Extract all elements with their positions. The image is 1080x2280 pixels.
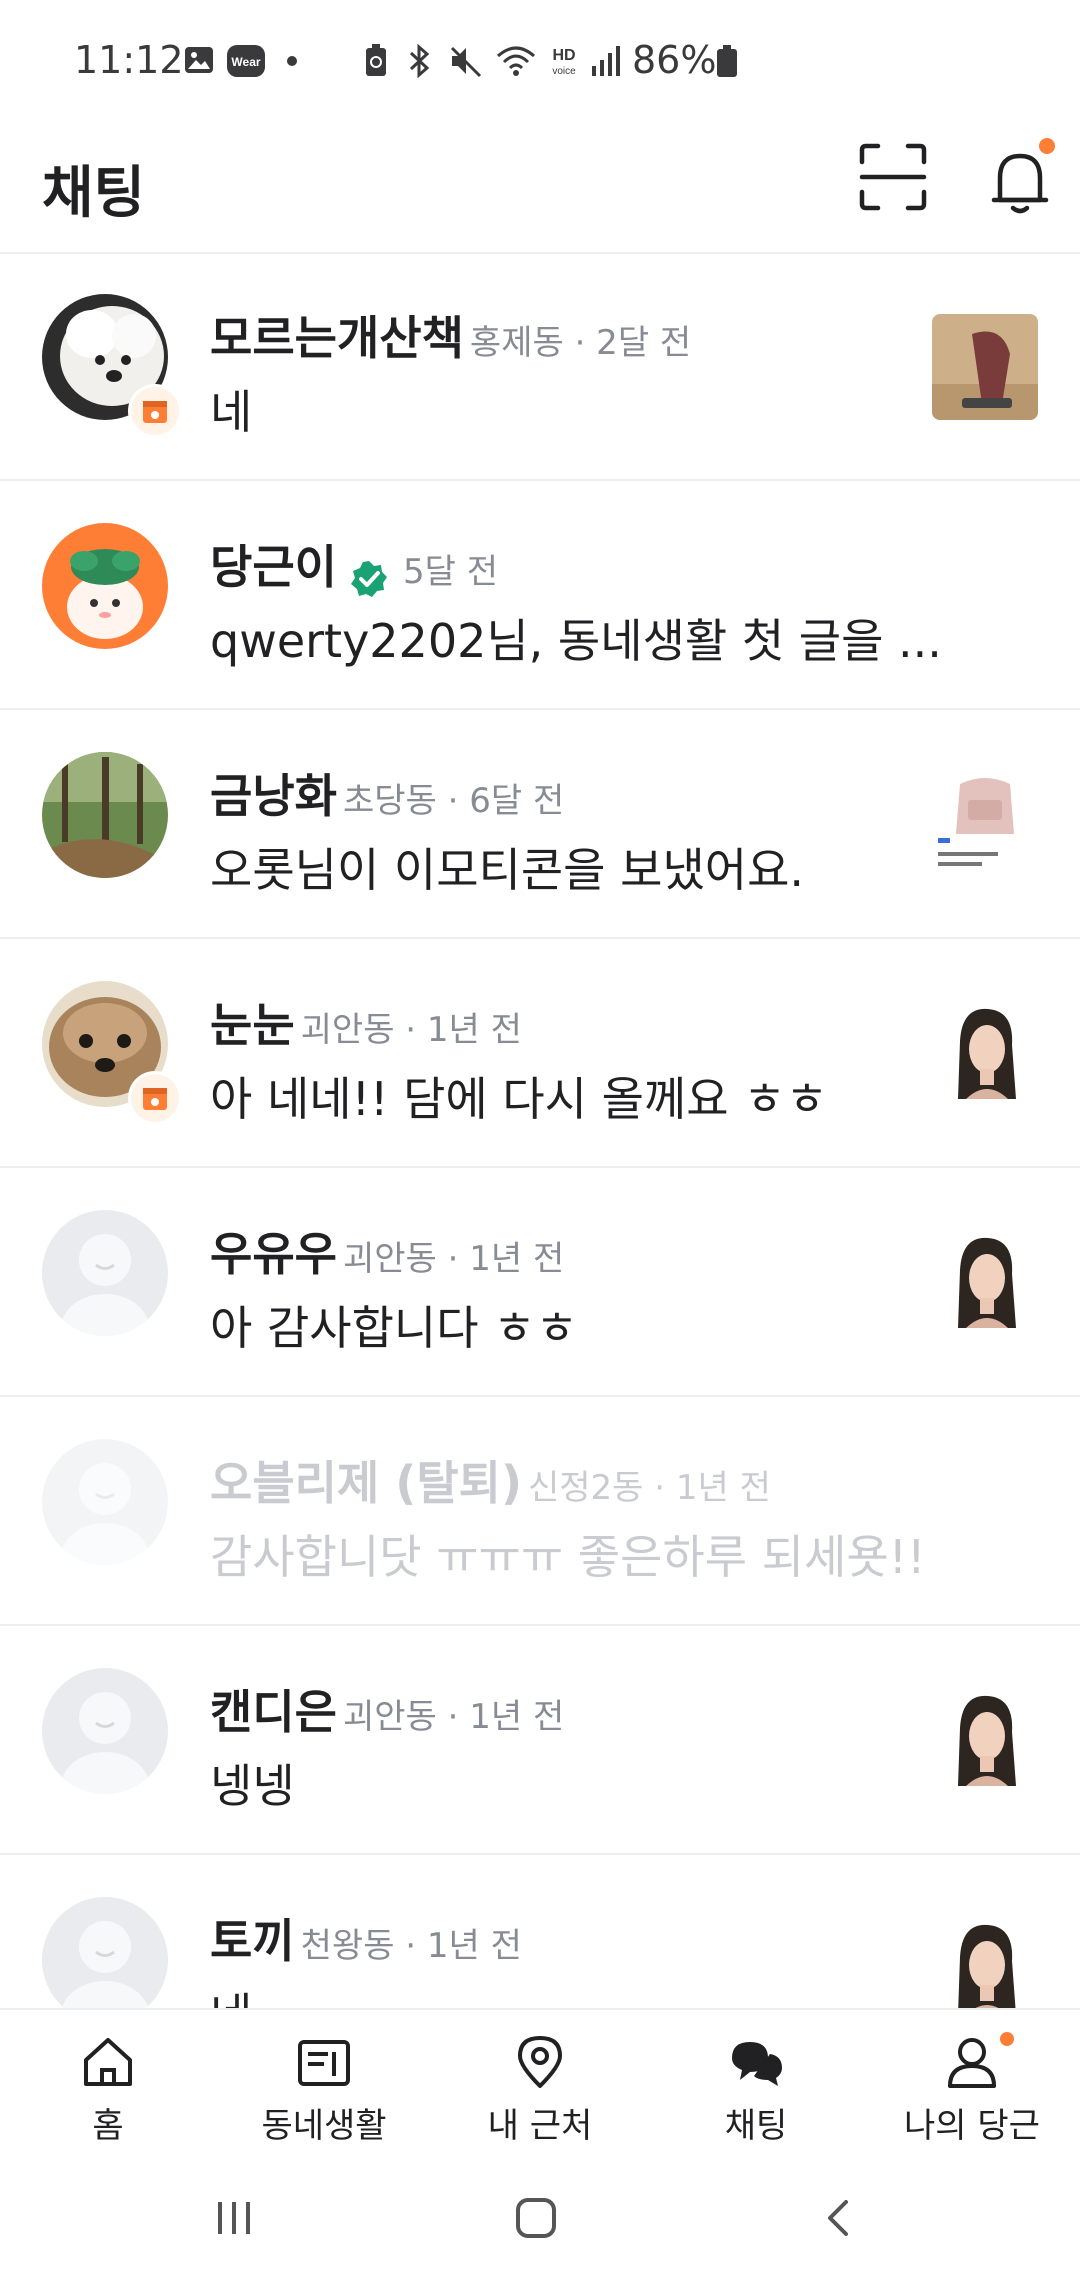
nav-home[interactable]: 홈: [18, 2032, 198, 2152]
nav-community[interactable]: 동네생활: [234, 2032, 414, 2152]
chat-header: 오블리제 (탈퇴) 신정2동 · 1년 전: [210, 1447, 771, 1513]
mute-icon: [450, 46, 482, 78]
battery-saver-icon: [366, 44, 386, 76]
location-pin-icon: [518, 2036, 562, 2088]
chat-header: 우유우 괴안동 · 1년 전: [210, 1218, 564, 1284]
status-bar: 11:12 Wear HD voice 86%: [0, 0, 1080, 120]
chat-name: 당근이: [210, 540, 337, 594]
battery-icon: [717, 45, 737, 77]
system-nav-bar: [0, 2158, 1080, 2280]
nav-label: 동네생활: [261, 2106, 387, 2146]
nav-chat[interactable]: 채팅: [666, 2032, 846, 2152]
chat-last-message: 네: [210, 1979, 990, 2008]
chat-row[interactable]: 당근이 5달 전 qwerty2202님, 동네생활 첫 글을 ...: [0, 481, 1080, 710]
scan-icon: [859, 143, 927, 211]
chat-header: 당근이 5달 전: [210, 531, 498, 599]
community-icon: [298, 2040, 350, 2086]
chat-meta: 홍제동 · 2달 전: [469, 323, 692, 363]
chat-icon: [732, 2042, 782, 2086]
chat-name: 눈눈: [210, 998, 295, 1052]
chat-row[interactable]: 토끼천왕동 · 1년 전 네: [0, 1855, 1080, 2008]
chat-meta: 괴안동 · 1년 전: [342, 1697, 565, 1737]
chat-row[interactable]: 금낭화 초당동 · 6달 전 오롯님이 이모티콘을 보냈어요.: [0, 710, 1080, 939]
wear-icon: Wear: [227, 45, 265, 77]
signal-icon: [592, 46, 620, 76]
chat-row[interactable]: 오블리제 (탈퇴) 신정2동 · 1년 전 감사합니닷 ㅠㅠㅠ 좋은하루 되세욧!…: [0, 1397, 1080, 1626]
product-thumbnail: [932, 314, 1038, 420]
avatar: [42, 1210, 168, 1336]
product-thumbnail: [932, 772, 1038, 878]
chat-row[interactable]: 캔디은 괴안동 · 1년 전 넹넹: [0, 1626, 1080, 1855]
chat-last-message: 네: [210, 385, 253, 439]
calendar-badge-icon: [128, 1071, 182, 1125]
hd-voice-icon: HD voice: [552, 47, 576, 77]
portrait-thumbnail: [932, 1917, 1038, 2008]
nav-label: 홈: [92, 2106, 124, 2146]
chat-last-message: 아 네네!! 담에 다시 올께요 ㅎㅎ: [210, 1072, 828, 1126]
chat-meta: 신정2동 · 1년 전: [527, 1468, 771, 1508]
bottom-nav: 홈 동네생활 내 근처 채팅 나의 당근: [0, 2008, 1080, 2160]
verified-icon: [350, 560, 387, 597]
home-button-icon[interactable]: [514, 2196, 558, 2240]
chat-header: 모르는개산책 홍제동 · 2달 전: [210, 302, 691, 368]
chat-last-message: 아 감사합니다 ㅎㅎ: [210, 1301, 578, 1355]
wifi-icon: [497, 46, 535, 76]
chat-name: 우유우: [210, 1227, 337, 1281]
calendar-badge-icon: [128, 384, 182, 438]
svg-text:Wear: Wear: [231, 55, 260, 69]
chat-name: 모르는개산책: [210, 311, 464, 365]
profile-icon: [948, 2038, 996, 2088]
portrait-thumbnail: [932, 1001, 1038, 1107]
chat-meta: 괴안동 · 1년 전: [342, 1239, 565, 1279]
chat-name: 토끼: [210, 1914, 295, 1968]
chat-header: 캔디은 괴안동 · 1년 전: [210, 1676, 564, 1742]
chat-row[interactable]: 모르는개산책 홍제동 · 2달 전 네: [0, 252, 1080, 481]
avatar: [42, 752, 168, 878]
chat-meta: 초당동 · 6달 전: [342, 781, 565, 821]
nav-my-carrot[interactable]: 나의 당근: [882, 2032, 1062, 2152]
portrait-thumbnail: [932, 1230, 1038, 1336]
chat-list: 모르는개산책 홍제동 · 2달 전 네 당근이 5달 전 qwerty2202님, …: [0, 252, 1080, 2008]
nav-label: 채팅: [724, 2106, 788, 2146]
battery-percent: 86%: [632, 38, 717, 82]
gallery-icon: [185, 47, 213, 73]
page-title: 채팅: [42, 161, 146, 226]
avatar: [42, 523, 168, 649]
chat-meta: 5달 전: [402, 552, 498, 592]
chat-last-message: 오롯님이 이모티콘을 보냈어요.: [210, 843, 805, 897]
svg-text:voice: voice: [552, 66, 576, 77]
chat-name: 캔디은: [210, 1685, 337, 1739]
chat-header: 눈눈 괴안동 · 1년 전: [210, 989, 522, 1055]
chat-meta: 천왕동 · 1년 전: [300, 1926, 522, 1966]
chat-name: 금낭화: [210, 769, 337, 823]
nav-label: 내 근처: [487, 2106, 593, 2146]
status-time: 11:12: [74, 38, 184, 82]
chat-last-message: qwerty2202님, 동네생활 첫 글을 ...: [210, 614, 942, 668]
avatar: [42, 1439, 168, 1565]
chat-row[interactable]: 우유우 괴안동 · 1년 전 아 감사합니다 ㅎㅎ: [0, 1168, 1080, 1397]
notification-dot: [1039, 138, 1055, 154]
scan-button[interactable]: [858, 142, 928, 212]
chat-header: 금낭화 초당동 · 6달 전: [210, 760, 564, 826]
avatar: [42, 1668, 168, 1794]
portrait-thumbnail: [932, 1688, 1038, 1794]
notification-dot: [1000, 2032, 1014, 2046]
avatar: [42, 1897, 168, 2008]
chat-row[interactable]: 눈눈 괴안동 · 1년 전 아 네네!! 담에 다시 올께요 ㅎㅎ: [0, 939, 1080, 1168]
chat-name: 오블리제 (탈퇴): [210, 1456, 522, 1510]
svg-text:HD: HD: [552, 47, 575, 64]
nav-label: 나의 당근: [904, 2106, 1040, 2146]
chat-last-message: 감사합니닷 ㅠㅠㅠ 좋은하루 되세욧!!: [210, 1530, 926, 1584]
home-icon: [84, 2038, 132, 2086]
chat-last-message: 넹넹: [210, 1759, 295, 1813]
bluetooth-icon: [409, 44, 430, 78]
nav-nearby[interactable]: 내 근처: [450, 2032, 630, 2152]
dot-icon: [287, 56, 297, 66]
chat-meta: 괴안동 · 1년 전: [300, 1010, 522, 1050]
recent-apps-icon[interactable]: [212, 2196, 256, 2240]
back-icon[interactable]: [818, 2196, 862, 2240]
chat-header: 토끼 천왕동 · 1년 전: [210, 1905, 522, 1971]
app-header: 채팅: [0, 120, 1080, 254]
